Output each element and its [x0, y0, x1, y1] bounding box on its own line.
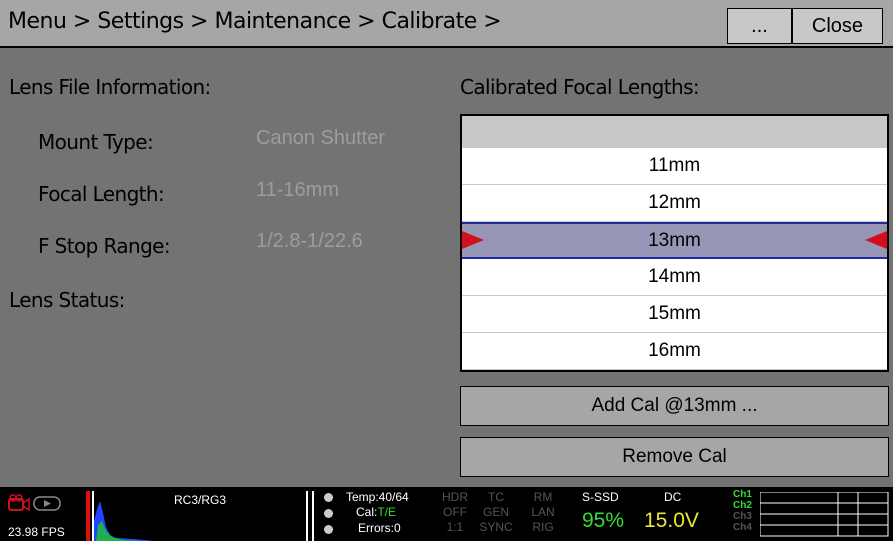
- histogram-clip-left: [86, 491, 90, 541]
- status-dot-icon: [324, 509, 333, 518]
- selection-arrow-right-icon: [865, 231, 887, 249]
- focal-length-list[interactable]: 11mm 12mm 13mm 14mm 15mm 16mm: [460, 114, 889, 372]
- media-percent: 95%: [582, 509, 625, 532]
- lens-info-title: Lens File Information:: [9, 75, 211, 99]
- color-space: RC3/RG3: [174, 493, 227, 507]
- close-button[interactable]: Close: [792, 8, 883, 44]
- status-dot-icon: [324, 525, 333, 534]
- calibrate-screen: Menu > Settings > Maintenance > Calibrat…: [0, 0, 893, 541]
- fstop-range-value: 1/2.8-1/22.6: [256, 230, 363, 252]
- histogram-border-right: [306, 491, 308, 541]
- list-item[interactable]: 11mm: [462, 148, 887, 185]
- audio-channels: Ch1 Ch2 Ch3 Ch4: [733, 489, 752, 533]
- power-label: DC: [664, 490, 682, 504]
- mount-type-value: Canon Shutter: [256, 127, 385, 149]
- timecode-status: TC GEN SYNC: [479, 490, 513, 534]
- camera-mode-icon[interactable]: [8, 494, 78, 512]
- more-options-button[interactable]: ...: [727, 8, 792, 44]
- list-item-selected[interactable]: 13mm: [462, 222, 887, 259]
- list-item[interactable]: 16mm: [462, 333, 887, 370]
- divider: [312, 491, 314, 541]
- fstop-range-label: F Stop Range:: [38, 234, 171, 258]
- power-voltage: 15.0V: [644, 509, 699, 532]
- fps-readout: 23.98 FPS: [8, 525, 65, 539]
- breadcrumb: Menu > Settings > Maintenance > Calibrat…: [8, 9, 502, 34]
- remove-cal-button[interactable]: Remove Cal: [460, 437, 889, 477]
- hdr-status: HDR OFF 1:1: [442, 490, 468, 534]
- list-item[interactable]: 15mm: [462, 296, 887, 333]
- focal-length-label: Focal Length:: [38, 182, 165, 206]
- header-bar: Menu > Settings > Maintenance > Calibrat…: [0, 0, 893, 48]
- lens-status-label: Lens Status:: [9, 288, 125, 312]
- media-label: S-SSD: [582, 490, 619, 504]
- focal-list-title: Calibrated Focal Lengths:: [460, 75, 700, 99]
- add-cal-button[interactable]: Add Cal @13mm ...: [460, 386, 889, 426]
- list-item[interactable]: 14mm: [462, 259, 887, 296]
- status-dot-icon: [324, 493, 333, 502]
- status-bar: 23.98 FPS RC3/RG3 Temp:40/64 Cal:T/E Err…: [0, 487, 893, 541]
- cal-readout: Cal:T/E: [356, 505, 397, 519]
- errors-readout: Errors:0: [358, 521, 401, 535]
- selection-arrow-left-icon: [462, 231, 484, 249]
- mount-type-label: Mount Type:: [38, 130, 154, 154]
- focal-length-value: 11-16mm: [256, 179, 339, 201]
- temp-readout: Temp:40/64: [346, 490, 409, 504]
- audio-meters: [760, 492, 889, 537]
- list-header: [462, 116, 887, 148]
- remote-status: RM LAN RIG: [531, 490, 555, 534]
- list-item[interactable]: 12mm: [462, 185, 887, 222]
